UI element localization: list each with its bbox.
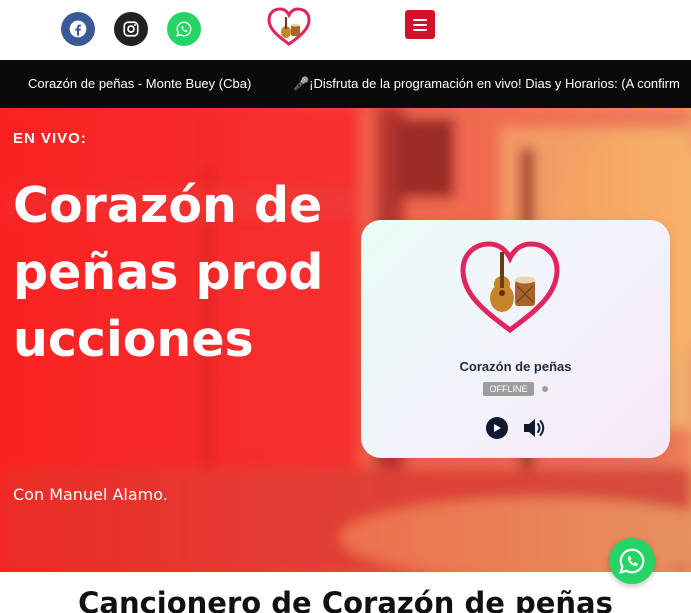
- whatsapp-chat-button[interactable]: [609, 538, 655, 584]
- news-ticker: Corazón de peñas - Monte Buey (Cba) 🎤¡Di…: [0, 60, 691, 108]
- instagram-button[interactable]: [114, 12, 148, 46]
- hero-host-text: Con Manuel Alamo.: [13, 485, 168, 504]
- hamburger-menu-icon: [413, 23, 427, 26]
- facebook-icon: [69, 20, 87, 38]
- status-indicator-dot: [542, 386, 548, 392]
- station-logo: [457, 238, 563, 336]
- site-logo[interactable]: [266, 7, 312, 47]
- top-header: [0, 0, 691, 60]
- heart-guitar-drum-logo: [460, 241, 560, 334]
- play-icon: [494, 424, 501, 432]
- heart-guitar-drum-logo: [267, 7, 311, 46]
- radio-player-card: Corazón de peñas OFFLINE: [361, 220, 670, 458]
- whatsapp-button[interactable]: [167, 12, 201, 46]
- hamburger-menu-icon: [413, 18, 427, 21]
- whatsapp-icon: [619, 548, 645, 574]
- live-label: EN VIVO:: [13, 130, 87, 147]
- play-button[interactable]: [486, 417, 508, 439]
- station-name: Corazón de peñas: [459, 359, 572, 374]
- ticker-station-text: Corazón de peñas - Monte Buey (Cba): [28, 76, 252, 91]
- facebook-button[interactable]: [61, 12, 95, 46]
- hamburger-menu-icon: [413, 28, 427, 31]
- ticker-message-text: 🎤¡Disfruta de la programación en vivo! D…: [293, 76, 680, 91]
- status-badge: OFFLINE: [483, 382, 534, 396]
- menu-toggle-button[interactable]: [405, 10, 435, 39]
- hero-section: EN VIVO: Corazón de peñas producciones C…: [0, 108, 691, 572]
- hero-title: Corazón de peñas producciones: [13, 177, 324, 368]
- volume-button[interactable]: [521, 415, 547, 441]
- whatsapp-icon: [176, 21, 192, 37]
- volume-icon: [524, 419, 545, 437]
- instagram-icon: [123, 21, 139, 37]
- songbook-heading: Cancionero de Corazón de peñas: [78, 586, 613, 613]
